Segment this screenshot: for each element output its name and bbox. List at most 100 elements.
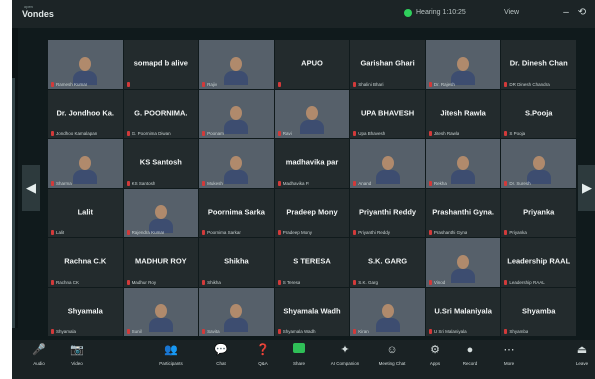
participant-tile[interactable]: Lalit Lalit <box>48 188 123 237</box>
side-scrollbar[interactable] <box>12 78 15 328</box>
participant-tile[interactable]: Sunil <box>123 287 199 336</box>
participant-nametag: Dr. Suresh <box>509 180 531 186</box>
participant-nametag: KS Santosh <box>131 180 156 186</box>
participant-tile[interactable]: madhavika par Madhavika P. <box>274 139 350 188</box>
participant-nametag: Madhur Roy <box>131 279 157 285</box>
participant-tile[interactable]: Priyanthi Reddy Priyanthi Reddy <box>350 188 425 237</box>
participant-tile[interactable]: U.Sri Malaniyala U Sri Malaniyala <box>425 287 501 336</box>
participant-nametag: Shalini Bhari <box>358 81 384 87</box>
participant-tile[interactable]: Jitesh Rawla Jitesh Rawla <box>425 89 501 138</box>
mic-muted-icon <box>126 131 130 136</box>
minimize-icon[interactable]: – <box>560 7 572 19</box>
meeting-chat-button[interactable]: ☺ Meeting Chat <box>375 343 409 366</box>
participant-tile[interactable]: Rachna C.K Rachna CK <box>48 238 123 287</box>
mic-muted-icon <box>353 230 357 235</box>
camera-button[interactable]: 📷 Video <box>60 343 94 366</box>
toolbar-label: Meeting Chat <box>378 361 406 366</box>
participant-name: MADHUR ROY <box>135 256 187 266</box>
mic-muted-icon <box>202 329 206 334</box>
toolbar-label: Apps <box>429 361 441 366</box>
mic-muted-icon <box>353 279 357 285</box>
participant-tile[interactable]: Shikha Shikha <box>199 238 274 287</box>
mic-muted-icon <box>277 131 281 136</box>
participant-tile[interactable]: somapd b alive <box>123 40 199 89</box>
participant-nametag: Leadership RAAL <box>509 279 545 285</box>
participant-tile[interactable]: G. POORNIMA. G. Poornima Diwan <box>123 89 199 138</box>
participant-tile[interactable]: Mukesh <box>199 139 274 188</box>
participant-tile[interactable]: Prashanthi Gyna. Prashanthi Gyna <box>425 188 501 237</box>
participant-tile[interactable]: Garishan Ghari Shalini Bhari <box>350 40 425 89</box>
close-icon[interactable]: ⟲ <box>576 7 588 19</box>
mic-muted-icon <box>277 180 281 186</box>
participant-name: UPA BHAVESH <box>360 108 415 118</box>
participant-tile[interactable]: S.Pooja S Pooja <box>501 89 576 138</box>
participant-tile[interactable]: UPA BHAVESH Upa Bhavesh <box>350 89 425 138</box>
participant-video <box>375 155 400 184</box>
next-page-button[interactable]: ▶ <box>578 165 595 211</box>
mic-muted-icon <box>353 329 357 334</box>
participant-tile[interactable]: Shyamba Shyamba <box>501 287 576 336</box>
mic-muted-icon <box>51 81 54 87</box>
participant-video <box>148 205 173 233</box>
participant-tile[interactable]: Poonam <box>199 89 274 138</box>
participant-nametag: Rekha <box>433 180 447 186</box>
participants-button[interactable]: 👥 Participants <box>154 343 188 366</box>
participant-video <box>451 155 476 184</box>
participant-nametag: Mukesh <box>207 180 223 186</box>
participant-nametag: Rachna CK <box>56 279 80 285</box>
microphone-icon: 🎤 <box>32 344 46 356</box>
participant-tile[interactable]: Priyanka Priyanka <box>501 188 576 237</box>
participant-name: Prashanthi Gyna. <box>432 207 494 217</box>
participant-name: APUO <box>301 58 323 68</box>
ai-companion-button[interactable]: ✦ AI Companion <box>328 343 362 366</box>
participant-tile[interactable]: Savita <box>199 287 274 336</box>
participant-tile[interactable]: Leadership RAAL Leadership RAAL <box>501 238 576 287</box>
participant-tile[interactable]: Sharma <box>48 139 123 188</box>
participant-tile[interactable]: Dr. Jondhoo Ka. Jondhoo Kamalapan <box>48 89 123 138</box>
participant-tile[interactable]: Poornima Sarka Poornima Sarkar <box>199 188 274 237</box>
participant-video <box>451 254 476 283</box>
participant-tile[interactable]: Dr. Rajesh <box>425 40 501 89</box>
participant-tile[interactable]: Ramesh Kumar <box>48 40 123 89</box>
participant-tile[interactable]: Vinod <box>425 238 501 287</box>
participant-tile[interactable]: Kiran <box>350 287 425 336</box>
participant-tile[interactable]: Rekha <box>425 139 501 188</box>
prev-page-button[interactable]: ◀ <box>22 165 40 211</box>
mic-muted-icon <box>428 329 432 334</box>
more-button[interactable]: ⋯ More <box>492 343 526 366</box>
participant-name: S TERESA <box>293 256 331 266</box>
participant-tile[interactable]: S TERESA S Teresa <box>274 238 350 287</box>
participant-tile[interactable]: Dr. Dinesh Chan DR Dinesh Chandra <box>501 40 576 89</box>
participant-tile[interactable]: Pradeep Mony Pradeep Mony <box>274 188 350 237</box>
leave-button[interactable]: ⏏ Leave <box>565 343 595 366</box>
recording-status: Hearing 1:10:25 <box>416 9 466 16</box>
microphone-button[interactable]: 🎤 Audio <box>22 343 56 366</box>
participant-tile[interactable]: S.K. GARG S.K. Garg <box>350 238 425 287</box>
participant-tile[interactable]: Shyamala Shyamala <box>48 287 123 336</box>
share-screen-button[interactable]: Share <box>282 343 316 366</box>
participant-name: Shikha <box>224 256 249 266</box>
mic-muted-icon <box>353 180 357 186</box>
apps-button[interactable]: ⚙ Apps <box>418 343 452 366</box>
participant-tile[interactable]: KS Santosh KS Santosh <box>123 139 199 188</box>
participant-nametag: Sharma <box>56 180 72 186</box>
participant-tile[interactable]: APUO <box>274 40 350 89</box>
participant-video <box>224 155 249 184</box>
participant-tile[interactable]: Ravi <box>274 89 350 138</box>
participant-tile[interactable]: Anand <box>350 139 425 188</box>
chat-button[interactable]: 💬 Chat <box>204 343 238 366</box>
record-button[interactable]: ● Record <box>453 343 487 366</box>
participant-video <box>299 106 324 134</box>
qa-button[interactable]: ❓ Q&A <box>246 343 280 366</box>
participant-tile[interactable]: Rajiv <box>199 40 274 89</box>
participant-nametag: Shyamba <box>509 329 529 334</box>
toolbar-label: Q&A <box>258 361 268 366</box>
participant-tile[interactable]: MADHUR ROY Madhur Roy <box>123 238 199 287</box>
participant-tile[interactable]: Dr. Suresh <box>501 139 576 188</box>
more-icon: ⋯ <box>503 344 515 356</box>
toolbar-label: More <box>503 361 515 366</box>
participant-tile[interactable]: Shyamala Wadh Shyamala Wadh <box>274 287 350 336</box>
view-button[interactable]: View <box>504 9 519 16</box>
participant-name: U.Sri Malaniyala <box>434 306 492 316</box>
participant-tile[interactable]: Rajendra Kumar <box>123 188 199 237</box>
